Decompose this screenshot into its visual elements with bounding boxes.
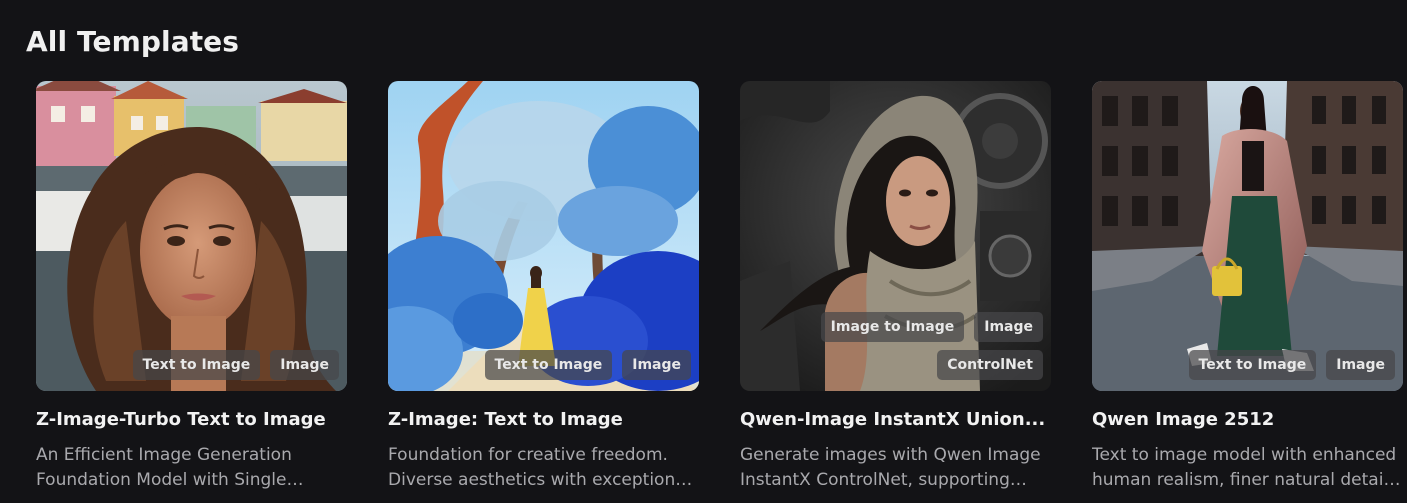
template-description: Text to image model with enhanced human … bbox=[1092, 445, 1398, 490]
template-card-z-image-turbo[interactable]: Text to Image Image Z-Image-Turbo Text t… bbox=[36, 81, 347, 493]
template-description: Generate images with Qwen Image InstantX… bbox=[740, 445, 1041, 490]
tag-list: Text to Image Image bbox=[1188, 350, 1395, 380]
template-card-qwen-image-2512[interactable]: Text to Image Image Qwen Image 2512 Text… bbox=[1092, 81, 1403, 493]
template-thumbnail[interactable]: Text to Image Image bbox=[36, 81, 347, 391]
street-woman-image bbox=[1092, 81, 1403, 391]
tag-row: Text to Image Image bbox=[132, 350, 339, 380]
template-thumbnail[interactable]: Text to Image Image bbox=[1092, 81, 1403, 391]
template-card-z-image[interactable]: Text to Image Image Z-Image: Text to Ima… bbox=[388, 81, 699, 493]
tag-image: Image bbox=[1326, 350, 1395, 380]
template-title: Z-Image: Text to Image bbox=[388, 409, 623, 430]
tag-row: Text to Image Image bbox=[1188, 350, 1395, 380]
tag-list: Image to Image Image ControlNet bbox=[820, 312, 1043, 380]
tag-text-to-image: Text to Image bbox=[132, 350, 261, 380]
page-title: All Templates bbox=[26, 25, 240, 58]
portrait-image bbox=[36, 81, 347, 391]
tag-controlnet: ControlNet bbox=[937, 350, 1043, 380]
template-description: Foundation for creative freedom. Diverse… bbox=[388, 445, 691, 490]
template-card-qwen-instantx[interactable]: Image to Image Image ControlNet Qwen-Ima… bbox=[740, 81, 1051, 493]
blue-trees-image bbox=[388, 81, 699, 391]
templates-page: All Templates Text to Image Image Z-Imag… bbox=[0, 0, 1407, 503]
tag-image: Image bbox=[270, 350, 339, 380]
tag-image: Image bbox=[974, 312, 1043, 342]
tag-image-to-image: Image to Image bbox=[820, 312, 965, 342]
tag-row: Text to Image Image bbox=[484, 350, 691, 380]
tag-list: Text to Image Image bbox=[484, 350, 691, 380]
tag-row: Image to Image Image bbox=[820, 312, 1043, 342]
tag-text-to-image: Text to Image bbox=[484, 350, 613, 380]
tag-row: ControlNet bbox=[937, 350, 1043, 380]
template-title: Qwen-Image InstantX Union... bbox=[740, 409, 1046, 430]
template-description: An Efficient Image Generation Foundation… bbox=[36, 445, 292, 490]
template-grid: Text to Image Image Z-Image-Turbo Text t… bbox=[36, 81, 1403, 493]
template-title: Z-Image-Turbo Text to Image bbox=[36, 409, 326, 430]
template-thumbnail[interactable]: Image to Image Image ControlNet bbox=[740, 81, 1051, 391]
tag-image: Image bbox=[622, 350, 691, 380]
tag-list: Text to Image Image bbox=[132, 350, 339, 380]
tag-text-to-image: Text to Image bbox=[1188, 350, 1317, 380]
template-title: Qwen Image 2512 bbox=[1092, 409, 1275, 430]
template-thumbnail[interactable]: Text to Image Image bbox=[388, 81, 699, 391]
